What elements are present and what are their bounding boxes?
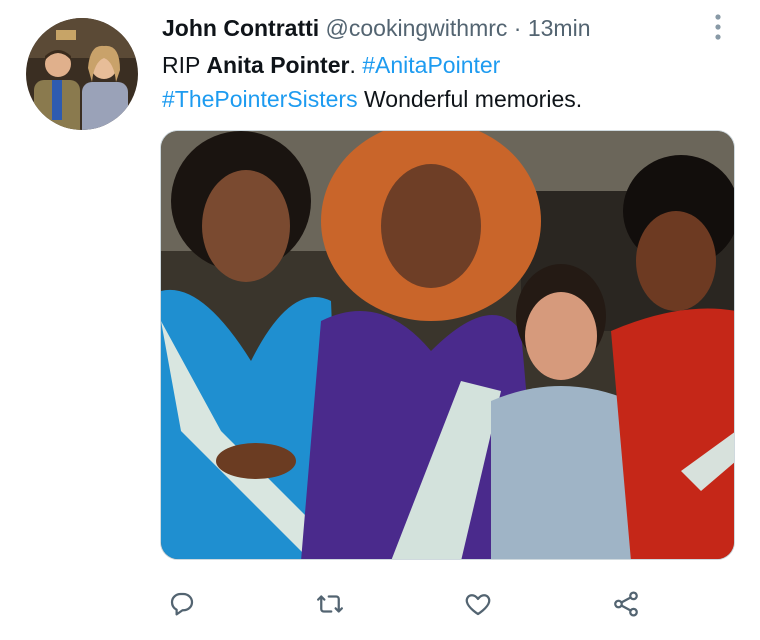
- action-bar: [160, 584, 680, 624]
- reply-icon: [170, 592, 194, 616]
- avatar[interactable]: [26, 18, 138, 130]
- timestamp[interactable]: 13min: [528, 15, 591, 41]
- separator-dot: ·: [513, 15, 522, 41]
- author-handle[interactable]: @cookingwithmrc: [326, 15, 508, 41]
- text-prefix: RIP: [162, 52, 207, 78]
- retweet-icon: [317, 595, 343, 613]
- heart-icon: [465, 594, 491, 616]
- share-icon: [614, 591, 638, 617]
- tweet-photo[interactable]: [160, 130, 735, 560]
- tweet-text: RIP Anita Pointer. #AnitaPointer #ThePoi…: [162, 48, 732, 116]
- hashtag-the-pointer-sisters[interactable]: #ThePointerSisters: [162, 86, 358, 112]
- author-name[interactable]: John Contratti: [162, 15, 319, 41]
- tweet-text-line-1: RIP Anita Pointer. #AnitaPointer: [162, 48, 732, 82]
- tweet-header: John Contratti @cookingwithmrc · 13min: [162, 14, 591, 42]
- tweet-text-line-2: #ThePointerSisters Wonderful memories.: [162, 82, 732, 116]
- hashtag-anita-pointer[interactable]: #AnitaPointer: [362, 52, 500, 78]
- more-options-icon[interactable]: [708, 12, 728, 42]
- reply-button[interactable]: [162, 584, 202, 624]
- like-button[interactable]: [458, 584, 498, 624]
- retweet-button[interactable]: [310, 584, 350, 624]
- share-button[interactable]: [606, 584, 646, 624]
- bold-name: Anita Pointer: [206, 52, 350, 78]
- text-suffix: Wonderful memories.: [357, 86, 583, 112]
- text-mid: .: [349, 52, 363, 78]
